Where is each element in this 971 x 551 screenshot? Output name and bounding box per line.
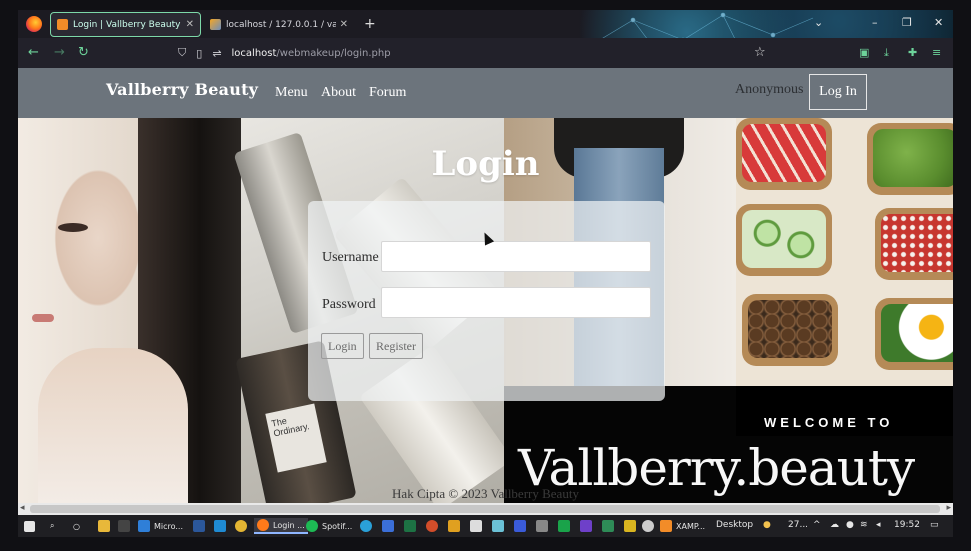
close-tab-icon[interactable]: ✕ (340, 19, 348, 30)
cortana-icon[interactable]: ○ (73, 518, 80, 534)
tab-title: Login | Vallberry Beauty (73, 19, 181, 30)
taskbar-item-spotify[interactable]: Spotif... (306, 518, 352, 534)
permissions-icon[interactable]: ⇌ (212, 47, 221, 60)
page-title: Login (431, 144, 540, 184)
menu-hamburger-icon[interactable]: ≡ (932, 46, 944, 59)
file-explorer-icon[interactable] (98, 518, 114, 534)
nav-menu-link[interactable]: Menu (275, 85, 308, 101)
forward-arrow-icon[interactable]: → (54, 45, 65, 60)
url-path: /webmakeup/login.php (276, 47, 391, 59)
app-icon[interactable] (426, 518, 442, 534)
network-icon[interactable]: ☁ (830, 520, 839, 530)
clock[interactable]: 19:52 (894, 520, 920, 530)
vscode-icon[interactable] (214, 518, 230, 534)
taskbar-item-firefox[interactable]: Login ... (254, 518, 308, 534)
excel-icon[interactable] (404, 518, 420, 534)
weather-temp[interactable]: 27... (788, 520, 808, 530)
nav-about-link[interactable]: About (321, 85, 356, 101)
close-tab-icon[interactable]: ✕ (186, 19, 194, 30)
tab-login[interactable]: Login | Vallberry Beauty ✕ (50, 12, 201, 37)
app-icon[interactable] (624, 518, 640, 534)
register-button[interactable]: Register (369, 333, 423, 359)
close-window-button[interactable]: ✕ (934, 16, 943, 29)
bookmark-star-icon[interactable]: ☆ (754, 45, 766, 60)
taskbar-item-xampp[interactable]: XAMP... (660, 518, 705, 534)
search-icon[interactable]: ⌕ (50, 518, 54, 534)
app-icon[interactable] (602, 518, 618, 534)
app-icon[interactable] (580, 518, 596, 534)
screen: Login | Vallberry Beauty ✕ localhost / 1… (0, 0, 971, 551)
nav-login-button[interactable]: Log In (809, 74, 867, 110)
word-icon[interactable] (193, 518, 209, 534)
app-icon[interactable] (558, 518, 574, 534)
app-icon[interactable] (470, 518, 486, 534)
chrome-icon[interactable] (235, 518, 251, 534)
welcome-text: WELCOME TO (764, 415, 894, 430)
desktop-toolbar[interactable]: Desktop (716, 520, 753, 530)
weather-icon[interactable]: ● (763, 520, 771, 530)
telegram-icon[interactable] (360, 518, 376, 534)
app-icon[interactable] (382, 518, 398, 534)
page-icon[interactable]: ▯ (196, 47, 202, 60)
pocket-icon[interactable]: ▣ (859, 46, 871, 59)
password-label: Password (322, 297, 376, 312)
username-input[interactable] (381, 241, 651, 272)
scroll-right-icon[interactable]: ▸ (946, 503, 951, 513)
current-user: Anonymous (735, 82, 804, 97)
phpmyadmin-favicon-icon (210, 19, 221, 30)
start-windows-icon[interactable] (24, 518, 39, 534)
back-arrow-icon[interactable]: ← (28, 45, 39, 60)
download-icon[interactable]: ⤓ (884, 46, 896, 59)
terminal-icon[interactable] (118, 518, 134, 534)
microphone-icon[interactable]: ● (846, 520, 854, 530)
shield-icon[interactable]: ⛉ (178, 46, 186, 60)
app-icon[interactable] (448, 518, 464, 534)
notifications-icon[interactable]: ▭ (930, 520, 939, 530)
maximize-button[interactable]: ❐ (902, 16, 912, 29)
app-icon[interactable] (492, 518, 508, 534)
scrollbar-thumb[interactable] (30, 505, 940, 513)
url-bar[interactable]: ⛉ ▯ ⇌ localhost /webmakeup/login.php (178, 42, 598, 64)
windows-taskbar: ⌕ ○ Micro... Login ... Spotif... XAMP...… (18, 515, 953, 537)
username-label: Username (322, 250, 379, 265)
firefox-icon[interactable] (26, 16, 42, 32)
url-host: localhost (231, 47, 277, 59)
volume-icon[interactable]: ◂ (876, 520, 881, 530)
login-submit-button[interactable]: Login (321, 333, 364, 359)
password-input[interactable] (381, 287, 651, 318)
tray-chevron-icon[interactable]: ^ (813, 520, 821, 530)
page-viewport: The Ordinary. WELCOME TO Vallberry.beaut… (18, 68, 953, 503)
minimize-button[interactable]: – (872, 16, 878, 29)
app-icon[interactable] (514, 518, 530, 534)
scroll-left-icon[interactable]: ◂ (20, 503, 25, 513)
horizontal-scrollbar[interactable]: ◂ ▸ (18, 503, 953, 515)
nav-forum-link[interactable]: Forum (369, 85, 406, 101)
wifi-icon[interactable]: ≋ (860, 520, 868, 530)
footer-copyright: Hak Cipta © 2023 Vallberry Beauty (392, 486, 579, 501)
reload-icon[interactable]: ↻ (78, 45, 89, 60)
app-icon[interactable] (536, 518, 552, 534)
extensions-icon[interactable]: ✚ (908, 46, 920, 59)
site-favicon-icon (57, 19, 68, 30)
list-tabs-icon[interactable]: ⌄ (814, 16, 823, 29)
browser-tab-bar: Login | Vallberry Beauty ✕ localhost / 1… (18, 10, 953, 66)
taskbar-item-edge[interactable]: Micro... (138, 518, 183, 534)
site-brand[interactable]: Vallberry Beauty (106, 80, 258, 99)
github-icon[interactable] (642, 518, 658, 534)
site-navbar: Vallberry Beauty Menu About Forum Anonym… (18, 68, 953, 118)
tab-title: localhost / 127.0.0.1 / vallberry | (226, 19, 336, 30)
browser-nav-bar: ← → ↻ ⛉ ▯ ⇌ localhost /webmakeup/login.p… (18, 38, 953, 68)
tab-phpmyadmin[interactable]: localhost / 127.0.0.1 / vallberry | ✕ (204, 12, 354, 37)
new-tab-button[interactable]: + (364, 16, 376, 32)
